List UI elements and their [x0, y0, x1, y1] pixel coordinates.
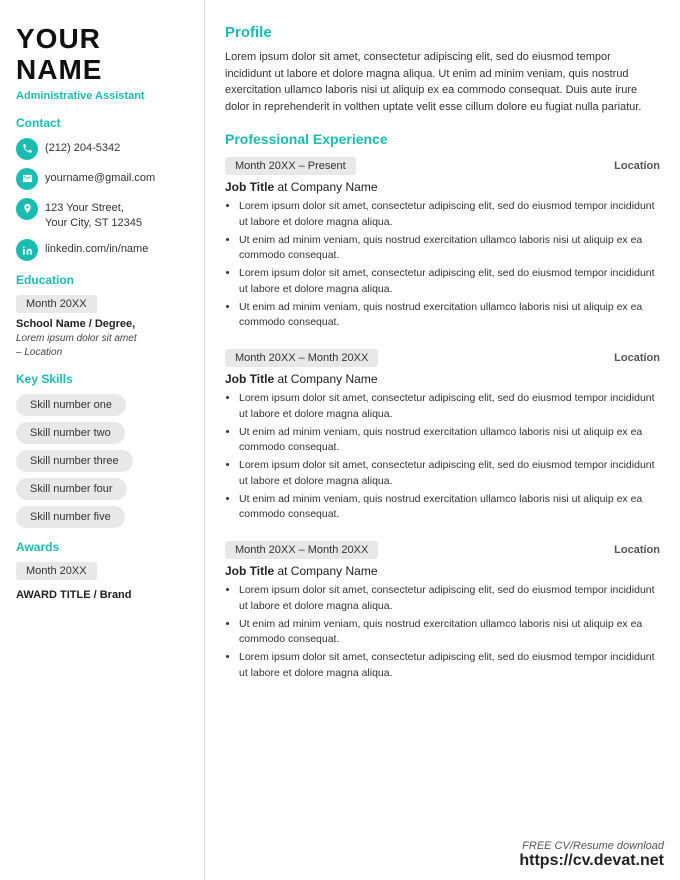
award-title: AWARD TITLE / Brand [16, 589, 188, 601]
awards-label: Awards [16, 540, 188, 554]
exp-bullets-1: Lorem ipsum dolor sit amet, consectetur … [225, 199, 660, 331]
address-text: 123 Your Street,Your City, ST 12345 [45, 198, 142, 232]
exp-header-1: Month 20XX – Present Location [225, 157, 660, 175]
sidebar-job-title: Administrative Assistant [16, 90, 188, 102]
bullet: Lorem ipsum dolor sit amet, consectetur … [239, 391, 660, 423]
education-label: Education [16, 273, 188, 287]
school-detail: Lorem ipsum dolor sit amet– Location [16, 332, 188, 360]
contact-email: yourname@gmail.com [16, 168, 188, 190]
exp-date-2: Month 20XX – Month 20XX [225, 349, 378, 367]
exp-location-2: Location [614, 352, 660, 364]
bullet: Lorem ipsum dolor sit amet, consectetur … [239, 199, 660, 231]
exp-date-1: Month 20XX – Present [225, 157, 356, 175]
bullet: Lorem ipsum dolor sit amet, consectetur … [239, 458, 660, 490]
exp-bullets-3: Lorem ipsum dolor sit amet, consectetur … [225, 583, 660, 682]
profile-section: Profile Lorem ipsum dolor sit amet, cons… [225, 24, 660, 115]
exp-header-3: Month 20XX – Month 20XX Location [225, 541, 660, 559]
resume-wrapper: YOUR NAME Administrative Assistant Conta… [0, 0, 680, 880]
email-icon [16, 168, 38, 190]
experience-heading: Professional Experience [225, 131, 660, 147]
bullet: Ut enim ad minim veniam, quis nostrud ex… [239, 617, 660, 649]
footer-free-text: FREE CV/Resume download [519, 840, 664, 852]
exp-entry-1: Month 20XX – Present Location Job Title … [225, 157, 660, 331]
experience-section: Professional Experience Month 20XX – Pre… [225, 131, 660, 682]
main-content: Profile Lorem ipsum dolor sit amet, cons… [205, 0, 680, 880]
exp-title-2: Job Title at Company Name [225, 372, 660, 386]
skill-1[interactable]: Skill number one [16, 394, 126, 416]
bullet: Ut enim ad minim veniam, quis nostrud ex… [239, 233, 660, 265]
phone-text: (212) 204-5342 [45, 138, 120, 156]
skill-2[interactable]: Skill number two [16, 422, 125, 444]
phone-icon [16, 138, 38, 160]
footer-watermark: FREE CV/Resume download https://cv.devat… [519, 840, 664, 870]
bullet: Ut enim ad minim veniam, quis nostrud ex… [239, 300, 660, 332]
exp-date-3: Month 20XX – Month 20XX [225, 541, 378, 559]
awards-badge: Month 20XX [16, 562, 97, 580]
profile-heading: Profile [225, 24, 660, 41]
education-badge: Month 20XX [16, 295, 97, 313]
bullet: Lorem ipsum dolor sit amet, consectetur … [239, 583, 660, 615]
bullet: Lorem ipsum dolor sit amet, consectetur … [239, 650, 660, 682]
linkedin-text: linkedin.com/in/name [45, 239, 148, 257]
exp-header-2: Month 20XX – Month 20XX Location [225, 349, 660, 367]
skill-4[interactable]: Skill number four [16, 478, 127, 500]
skills-list: Skill number one Skill number two Skill … [16, 394, 188, 534]
bullet: Ut enim ad minim veniam, quis nostrud ex… [239, 425, 660, 457]
name-block: YOUR NAME Administrative Assistant [16, 24, 188, 102]
bullet: Ut enim ad minim veniam, quis nostrud ex… [239, 492, 660, 524]
exp-location-3: Location [614, 544, 660, 556]
skill-5[interactable]: Skill number five [16, 506, 125, 528]
exp-title-3: Job Title at Company Name [225, 564, 660, 578]
contact-label: Contact [16, 116, 188, 130]
exp-title-1: Job Title at Company Name [225, 180, 660, 194]
contact-linkedin: linkedin.com/in/name [16, 239, 188, 261]
name-line2: NAME [16, 55, 188, 86]
sidebar: YOUR NAME Administrative Assistant Conta… [0, 0, 205, 880]
skills-label: Key Skills [16, 372, 188, 386]
footer-url: https://cv.devat.net [519, 852, 664, 870]
name-line1: YOUR [16, 24, 188, 55]
school-name: School Name / Degree, [16, 318, 188, 330]
address-icon [16, 198, 38, 220]
exp-entry-2: Month 20XX – Month 20XX Location Job Tit… [225, 349, 660, 523]
linkedin-icon [16, 239, 38, 261]
email-text: yourname@gmail.com [45, 168, 155, 186]
bullet: Lorem ipsum dolor sit amet, consectetur … [239, 266, 660, 298]
skill-3[interactable]: Skill number three [16, 450, 133, 472]
profile-text: Lorem ipsum dolor sit amet, consectetur … [225, 49, 660, 115]
exp-bullets-2: Lorem ipsum dolor sit amet, consectetur … [225, 391, 660, 523]
contact-phone: (212) 204-5342 [16, 138, 188, 160]
contact-address: 123 Your Street,Your City, ST 12345 [16, 198, 188, 232]
exp-location-1: Location [614, 160, 660, 172]
exp-entry-3: Month 20XX – Month 20XX Location Job Tit… [225, 541, 660, 682]
